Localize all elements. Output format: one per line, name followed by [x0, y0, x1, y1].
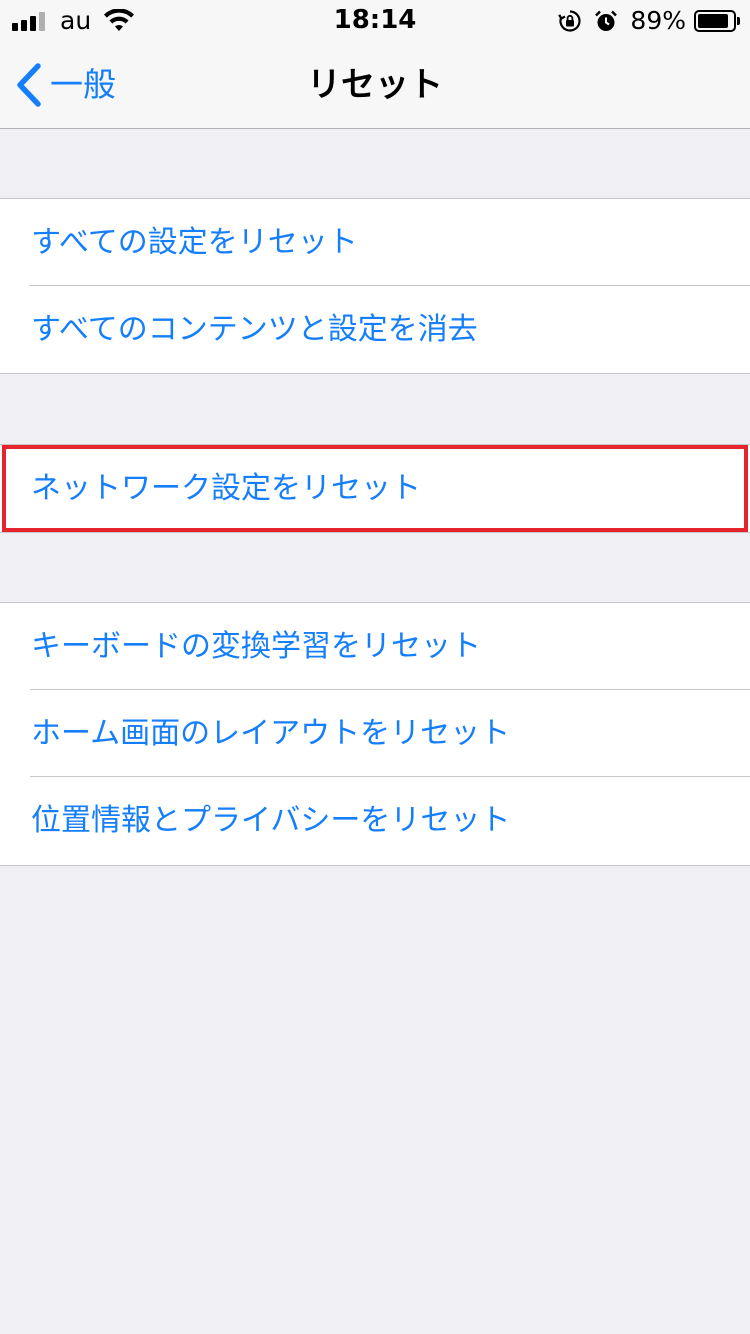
erase-all-content-row[interactable]: すべてのコンテンツと設定を消去 [0, 286, 750, 373]
reset-network-settings-row[interactable]: ネットワーク設定をリセット [0, 445, 750, 532]
row-label: 位置情報とプライバシーをリセット [31, 803, 511, 838]
reset-location-privacy-row[interactable]: 位置情報とプライバシーをリセット [0, 777, 750, 864]
settings-group-other-resets: キーボードの変換学習をリセット ホーム画面のレイアウトをリセット 位置情報とプラ… [0, 602, 750, 866]
battery-percent: 89% [630, 6, 686, 35]
settings-group-network: ネットワーク設定をリセット [0, 444, 750, 533]
settings-group-reset-erase: すべての設定をリセット すべてのコンテンツと設定を消去 [0, 198, 750, 374]
row-label: ネットワーク設定をリセット [31, 471, 421, 506]
status-bar: au 18:14 89% [0, 0, 750, 40]
alarm-icon [595, 10, 618, 31]
battery-icon [694, 10, 740, 32]
row-label: すべてのコンテンツと設定を消去 [31, 312, 478, 347]
page-title: リセット [307, 65, 443, 105]
navigation-bar: 一般 リセット [0, 40, 750, 129]
battery-level [698, 14, 728, 28]
rotation-lock-icon [558, 10, 582, 32]
row-label: キーボードの変換学習をリセット [31, 629, 481, 664]
row-label: ホーム画面のレイアウトをリセット [31, 716, 511, 751]
reset-keyboard-dictionary-row[interactable]: キーボードの変換学習をリセット [0, 603, 750, 690]
status-right: 89% [558, 6, 740, 36]
reset-home-screen-layout-row[interactable]: ホーム画面のレイアウトをリセット [0, 690, 750, 777]
row-label: すべての設定をリセット [31, 225, 358, 260]
reset-all-settings-row[interactable]: すべての設定をリセット [0, 199, 750, 286]
